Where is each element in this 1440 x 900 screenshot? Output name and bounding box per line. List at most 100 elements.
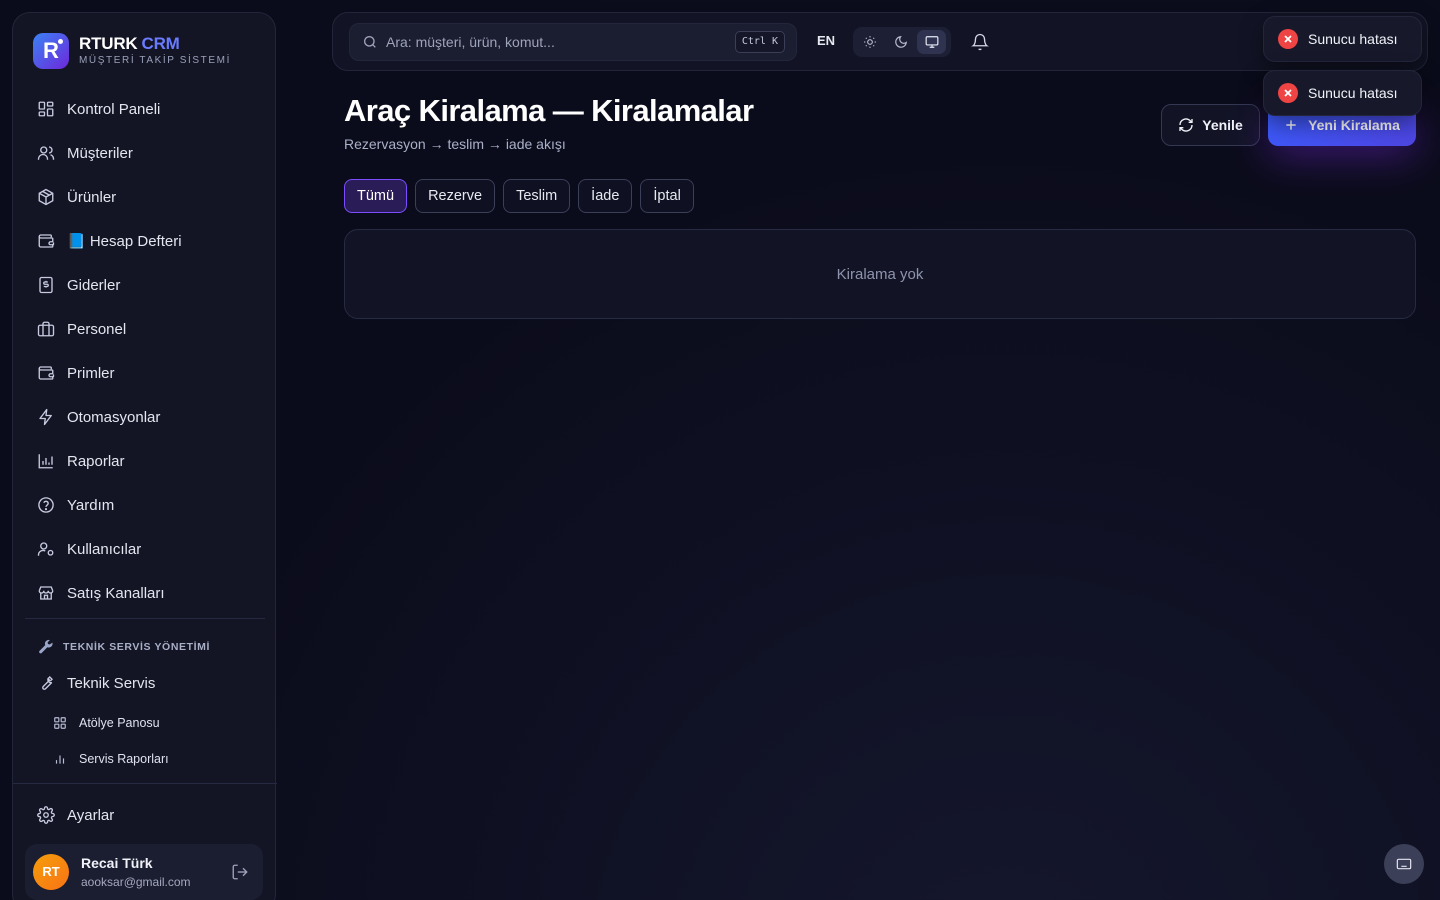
tab-all[interactable]: Tümü <box>344 179 408 213</box>
search-icon <box>364 36 376 48</box>
sidebar-item-users[interactable]: Kullanıcılar <box>25 527 265 571</box>
sidebar-item-sales-channels[interactable]: Satış Kanalları <box>25 571 265 615</box>
refresh-button[interactable]: Yenile <box>1161 104 1260 146</box>
monitor-icon <box>925 36 939 48</box>
error-toast[interactable]: Sunucu hatası <box>1263 16 1422 62</box>
page-subtitle: Rezervasyon → teslim → iade akışı <box>344 136 566 152</box>
language-toggle[interactable]: EN <box>817 33 835 48</box>
technical-service-nav: Teknik Servis Atölye Panosu Servis Rapor… <box>25 661 265 777</box>
sidebar-item-label: 📘 Hesap Defteri <box>67 233 182 250</box>
sidebar-subitem-service-reports[interactable]: Servis Raporları <box>25 741 265 777</box>
sidebar-item-bonuses[interactable]: Primler <box>25 351 265 395</box>
sidebar-item-label: Satış Kanalları <box>67 584 165 602</box>
sidebar-item-expenses[interactable]: Giderler <box>25 263 265 307</box>
sidebar-subitem-workshop-board[interactable]: Atölye Panosu <box>25 705 265 741</box>
sidebar-item-label: Yardım <box>67 496 115 514</box>
brand-name: RTURK CRM <box>79 34 180 53</box>
user-name: Recai Türk <box>81 855 153 871</box>
theme-dark-button[interactable] <box>887 30 916 54</box>
user-cog-icon <box>37 542 54 556</box>
sidebar-item-products[interactable]: Ürünler <box>25 175 265 219</box>
bar-chart-icon <box>55 755 65 764</box>
sidebar-item-label: Primler <box>67 364 115 382</box>
sidebar-item-label: Ayarlar <box>67 806 115 824</box>
toast-message: Sunucu hatası <box>1308 85 1398 101</box>
sidebar-item-reports[interactable]: Raporlar <box>25 439 265 483</box>
sidebar-item-label: Ürünler <box>67 188 117 206</box>
sidebar-item-label: Otomasyonlar <box>67 408 161 426</box>
dashboard-icon <box>38 101 54 117</box>
users-icon <box>37 146 55 160</box>
divider <box>25 618 265 619</box>
search-placeholder: Ara: müşteri, ürün, komut... <box>386 34 555 50</box>
sidebar-item-automations[interactable]: Otomasyonlar <box>25 395 265 439</box>
error-icon <box>1278 83 1298 103</box>
receipt-icon <box>39 276 53 294</box>
store-icon <box>38 586 54 600</box>
plus-icon <box>1286 120 1296 130</box>
logout-icon[interactable] <box>231 863 249 881</box>
section-title-technical-service: TEKNİK SERVİS YÖNETİMİ <box>37 637 210 657</box>
sidebar: R RTURK CRM MÜŞTERİ TAKİP SİSTEMİ Kontrol… <box>12 12 277 900</box>
rentals-empty-state: Kiralama yok <box>344 229 1416 319</box>
toast-message: Sunucu hatası <box>1308 31 1398 47</box>
shortcut-hint: Ctrl K <box>734 31 785 53</box>
theme-light-button[interactable] <box>856 30 885 54</box>
user-card[interactable]: RT Recai Türk aooksar@gmail.com <box>25 844 263 900</box>
tab-reserved[interactable]: Rezerve <box>415 179 496 213</box>
sidebar-item-customers[interactable]: Müşteriler <box>25 131 265 175</box>
user-email: aooksar@gmail.com <box>81 875 191 889</box>
sidebar-item-label: Kullanıcılar <box>67 540 142 558</box>
theme-switcher <box>853 27 951 57</box>
tab-cancelled[interactable]: İptal <box>640 179 694 213</box>
sidebar-item-dashboard[interactable]: Kontrol Paneli <box>25 87 265 131</box>
sidebar-item-label: Teknik Servis <box>67 674 156 692</box>
wallet-icon <box>38 234 55 248</box>
sidebar-item-technical-service[interactable]: Teknik Servis <box>25 661 265 705</box>
brand-logo: R <box>33 33 69 69</box>
page-title: Araç Kiralama — Kiralamalar <box>344 93 754 128</box>
sun-icon <box>864 36 877 48</box>
bolt-icon <box>39 408 52 426</box>
search-input[interactable]: Ara: müşteri, ürün, komut... Ctrl K <box>349 23 797 61</box>
tab-returned[interactable]: İade <box>578 179 633 213</box>
error-icon <box>1278 29 1298 49</box>
sidebar-subitem-label: Servis Raporları <box>79 752 169 766</box>
refresh-icon <box>1179 118 1193 132</box>
keyboard-icon <box>1396 858 1412 870</box>
sidebar-item-label: Giderler <box>67 276 121 294</box>
sidebar-item-ledger[interactable]: 📘 Hesap Defteri <box>25 219 265 263</box>
sidebar-item-staff[interactable]: Personel <box>25 307 265 351</box>
sidebar-subitem-label: Atölye Panosu <box>79 716 160 730</box>
gear-icon <box>37 806 55 824</box>
sidebar-item-label: Kontrol Paneli <box>67 100 161 118</box>
sidebar-nav: Kontrol Paneli Müşteriler Ürünler 📘 Hesa… <box>25 87 265 615</box>
wallet-icon <box>38 366 55 380</box>
refresh-label: Yenile <box>1202 117 1243 133</box>
avatar: RT <box>33 854 69 890</box>
settings-nav: Ayarlar <box>25 793 265 837</box>
theme-system-button[interactable] <box>917 30 947 54</box>
grid-icon <box>54 717 66 729</box>
package-icon <box>38 188 54 206</box>
sidebar-item-settings[interactable]: Ayarlar <box>25 793 265 837</box>
new-rental-label: Yeni Kiralama <box>1308 117 1400 133</box>
status-tabs: Tümü Rezerve Teslim İade İptal <box>344 179 702 213</box>
tab-delivered[interactable]: Teslim <box>503 179 571 213</box>
bar-chart-icon <box>38 454 53 469</box>
sidebar-item-label: Müşteriler <box>67 144 133 162</box>
keyboard-shortcuts-button[interactable] <box>1384 844 1424 884</box>
wrench-icon <box>39 639 53 654</box>
sidebar-item-label: Raporlar <box>67 452 125 470</box>
help-icon <box>38 497 54 513</box>
wrench-icon <box>42 676 53 690</box>
empty-state-text: Kiralama yok <box>836 266 924 283</box>
brand[interactable]: R RTURK CRM MÜŞTERİ TAKİP SİSTEMİ <box>33 33 263 69</box>
error-toast[interactable]: Sunucu hatası <box>1263 70 1422 116</box>
moon-icon <box>895 36 907 48</box>
bell-icon[interactable] <box>971 33 989 51</box>
briefcase-icon <box>37 321 55 337</box>
divider <box>13 783 277 784</box>
sidebar-item-help[interactable]: Yardım <box>25 483 265 527</box>
brand-subtitle: MÜŞTERİ TAKİP SİSTEMİ <box>79 55 231 66</box>
